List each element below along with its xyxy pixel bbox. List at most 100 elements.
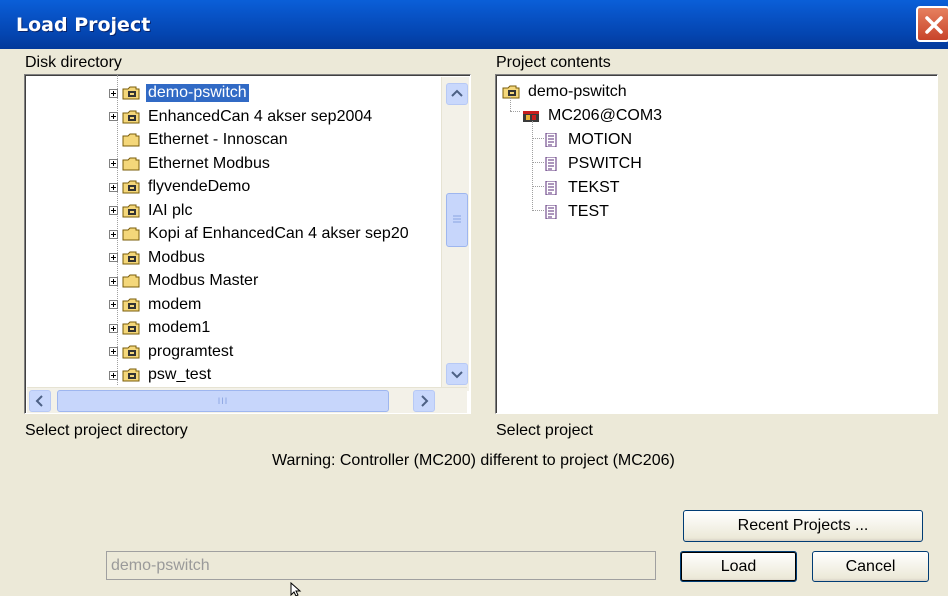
expand-icon[interactable]: [109, 182, 118, 192]
project-contents-label: Project contents: [496, 54, 611, 71]
directory-item[interactable]: programtest: [109, 340, 235, 364]
project-folder-icon: [122, 321, 140, 335]
directory-item-label: Modbus: [148, 248, 205, 266]
controller-icon: [523, 111, 539, 122]
folder-icon: [122, 274, 140, 288]
select-project-label: Select project: [496, 422, 593, 439]
project-root-label: demo-pswitch: [528, 83, 627, 100]
controller-label: MC206@COM3: [548, 107, 663, 124]
expand-icon[interactable]: [109, 323, 118, 333]
expand-icon[interactable]: [109, 88, 118, 98]
folder-icon: [122, 157, 140, 170]
directory-item-label: modem: [148, 295, 202, 313]
directory-item-label: Ethernet Modbus: [148, 154, 270, 172]
program-item[interactable]: TEST: [542, 200, 611, 224]
directory-item[interactable]: psw_test: [109, 363, 213, 387]
scroll-right-button[interactable]: [413, 390, 435, 412]
directory-tree[interactable]: demo-pswitch EnhancedCan 4 akser sep2004 E…: [24, 74, 471, 414]
directory-item[interactable]: EnhancedCan 4 akser sep2004: [109, 105, 374, 129]
directory-item[interactable]: Modbus Master: [109, 269, 260, 293]
controller-item[interactable]: MC206@COM3: [522, 104, 664, 128]
document-icon: [545, 205, 557, 219]
tree-line: [510, 97, 511, 111]
directory-item-label: Ethernet - Innoscan: [148, 131, 288, 148]
program-item-label: TEKST: [568, 179, 620, 196]
expand-icon[interactable]: [109, 229, 118, 239]
expand-icon[interactable]: [109, 370, 118, 380]
grip-icon: [453, 215, 461, 223]
program-item-label: PSWITCH: [568, 155, 642, 172]
directory-item-label: demo-pswitch: [146, 84, 249, 102]
directory-item[interactable]: flyvendeDemo: [109, 175, 252, 199]
directory-vscrollbar[interactable]: [441, 77, 469, 391]
project-root-item[interactable]: demo-pswitch: [502, 80, 629, 104]
program-item[interactable]: MOTION: [542, 128, 634, 152]
chevron-up-icon: [451, 89, 463, 97]
scroll-thumb-vertical[interactable]: [446, 193, 468, 247]
warning-message: Warning: Controller (MC200) different to…: [272, 452, 675, 469]
project-folder-icon: [122, 251, 140, 264]
directory-item-label: modem1: [148, 319, 211, 336]
directory-item[interactable]: IAI plc: [109, 199, 194, 223]
directory-item-label: psw_test: [148, 366, 212, 383]
expand-icon[interactable]: [109, 159, 118, 168]
scroll-thumb-horizontal[interactable]: III: [57, 390, 389, 412]
cancel-button[interactable]: Cancel: [812, 551, 929, 582]
expand-icon[interactable]: [109, 276, 118, 286]
directory-item-label: programtest: [148, 342, 234, 360]
directory-item-label: Kopi af EnhancedCan 4 akser sep20: [148, 225, 409, 242]
program-item[interactable]: PSWITCH: [542, 152, 644, 176]
program-item[interactable]: TEKST: [542, 176, 622, 200]
project-folder-icon: [122, 180, 140, 194]
project-folder-open-icon: [122, 86, 140, 100]
project-folder-icon: [122, 110, 140, 123]
tree-line: [510, 111, 520, 112]
project-folder-icon: [122, 204, 140, 217]
project-folder-icon: [122, 368, 140, 382]
project-contents-tree[interactable]: demo-pswitch MC206@COM3 MOTION PSWITCH TEK…: [495, 74, 938, 414]
tree-line: [532, 121, 533, 209]
document-icon: [545, 181, 557, 195]
directory-item-label: Modbus Master: [148, 272, 259, 289]
expand-icon[interactable]: [109, 347, 118, 356]
document-icon: [545, 133, 557, 147]
directory-item[interactable]: Kopi af EnhancedCan 4 akser sep20: [109, 222, 411, 246]
project-folder-icon: [122, 345, 140, 358]
directory-item[interactable]: modem: [109, 293, 203, 317]
project-folder-icon: [122, 298, 140, 311]
folder-icon: [122, 133, 140, 147]
scroll-grip-label: III: [217, 396, 229, 406]
directory-item[interactable]: Modbus: [109, 246, 207, 270]
load-button[interactable]: Load: [680, 551, 797, 582]
window-title: Load Project: [16, 14, 151, 36]
expand-icon[interactable]: [109, 206, 118, 215]
title-bar: Load Project: [0, 0, 948, 49]
directory-item[interactable]: modem1: [109, 316, 212, 340]
program-item-label: TEST: [568, 203, 609, 220]
directory-item[interactable]: demo-pswitch: [109, 81, 249, 105]
recent-projects-button[interactable]: Recent Projects ...: [683, 510, 923, 542]
select-directory-label: Select project directory: [25, 422, 188, 439]
close-button[interactable]: [916, 6, 948, 42]
directory-item-label: IAI plc: [148, 201, 193, 219]
chevron-left-icon: [35, 395, 43, 407]
expand-icon[interactable]: [109, 253, 118, 262]
project-name-field[interactable]: demo-pswitch: [106, 551, 656, 580]
scroll-down-button[interactable]: [446, 363, 468, 385]
directory-item[interactable]: Ethernet Modbus: [109, 152, 272, 176]
cursor-icon: [290, 582, 302, 596]
directory-hscrollbar[interactable]: III: [27, 387, 467, 413]
scroll-up-button[interactable]: [446, 83, 468, 105]
scroll-left-button[interactable]: [29, 390, 51, 412]
program-item-label: MOTION: [568, 131, 632, 148]
directory-item-label: EnhancedCan 4 akser sep2004: [148, 107, 373, 125]
expand-icon[interactable]: [109, 112, 118, 121]
directory-item[interactable]: Ethernet - Innoscan: [109, 128, 290, 152]
project-folder-icon: [502, 85, 520, 99]
directory-item-label: flyvendeDemo: [148, 178, 251, 195]
disk-directory-label: Disk directory: [25, 54, 122, 71]
document-icon: [545, 157, 557, 171]
chevron-down-icon: [451, 371, 463, 379]
expand-icon[interactable]: [109, 300, 118, 309]
